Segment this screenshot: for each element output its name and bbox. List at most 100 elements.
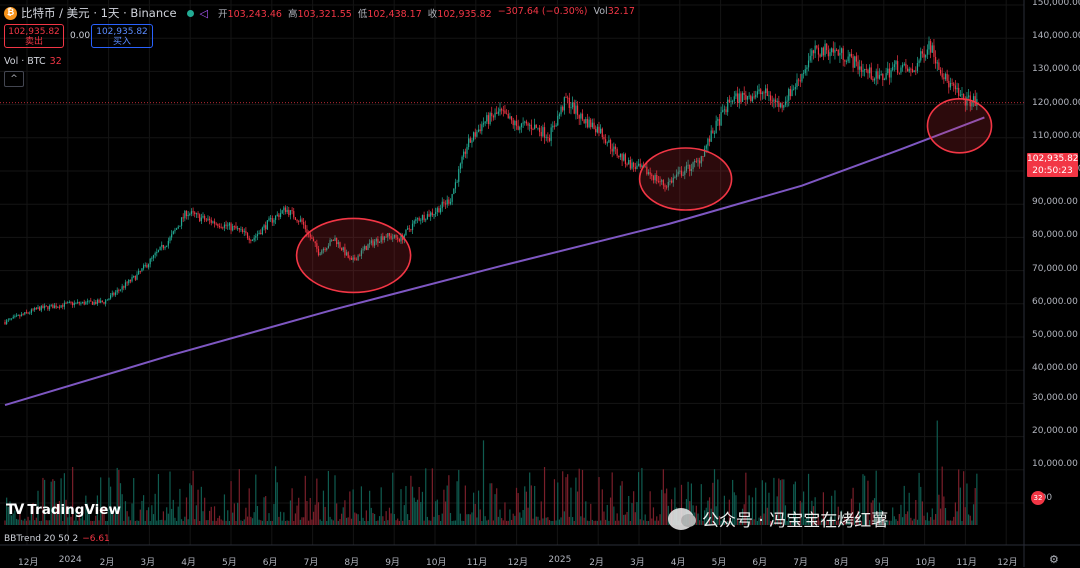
candle-body xyxy=(621,154,623,161)
volume-bar xyxy=(446,485,448,525)
candle-body xyxy=(161,244,163,247)
volume-bar xyxy=(426,516,428,525)
volume-bar xyxy=(976,473,978,525)
candle-body xyxy=(100,300,102,303)
candle-body xyxy=(177,226,179,229)
candle-body xyxy=(40,305,42,311)
volume-bar xyxy=(946,520,948,525)
time-tick-label: 12月 xyxy=(18,558,39,568)
candle-body xyxy=(869,67,871,74)
candle-body xyxy=(897,61,899,73)
candle-body xyxy=(713,133,716,134)
candle-body xyxy=(786,100,788,102)
candle-body xyxy=(80,302,82,304)
volume-bar xyxy=(619,485,622,525)
candle-body xyxy=(535,124,537,128)
candle-body xyxy=(60,305,62,308)
volume-bar xyxy=(405,486,407,525)
volume-bar xyxy=(435,501,437,525)
candle-body xyxy=(58,306,61,308)
candle-body xyxy=(740,93,742,102)
candle-body xyxy=(606,142,608,144)
candle-body xyxy=(463,151,465,157)
symbol-title[interactable]: 比特币 / 美元 · 1天 · Binance xyxy=(21,5,177,21)
alert-icon[interactable]: ◁ xyxy=(200,7,208,20)
highlight-circle xyxy=(638,147,733,211)
price-chart[interactable] xyxy=(0,0,1080,567)
volume-bar xyxy=(25,520,28,525)
settings-gear-icon[interactable]: ⚙ xyxy=(1049,553,1059,566)
candle-body xyxy=(936,62,938,64)
candle-body xyxy=(915,70,917,72)
volume-bar xyxy=(242,520,244,525)
candle-body xyxy=(832,48,834,53)
candle-body xyxy=(928,41,930,50)
volume-bar xyxy=(217,518,219,525)
candle-body xyxy=(519,127,521,130)
candle-body xyxy=(453,188,455,195)
time-tick-label: 2月 xyxy=(589,558,604,568)
volume-bar xyxy=(440,520,442,525)
volume-bar xyxy=(953,516,955,525)
candle-body xyxy=(553,125,556,127)
volume-legend[interactable]: Vol · BTC 32 xyxy=(4,56,62,67)
candle-body xyxy=(712,130,714,134)
candle-body xyxy=(581,113,584,120)
candle-body xyxy=(444,203,447,205)
time-tick-label: 7月 xyxy=(793,558,808,568)
volume-bar xyxy=(936,420,938,525)
candle-body xyxy=(190,211,193,214)
volume-bar xyxy=(415,501,417,525)
sell-button[interactable]: 102,935.82 卖出 xyxy=(4,24,64,48)
volume-bar xyxy=(182,520,184,525)
volume-bar xyxy=(210,506,212,525)
candle-body xyxy=(824,43,826,56)
candle-body xyxy=(204,216,206,220)
volume-bar xyxy=(893,516,895,525)
volume-bar xyxy=(913,518,915,525)
candle-body xyxy=(784,101,787,106)
candle-body xyxy=(968,95,970,97)
candle-body xyxy=(415,219,417,222)
volume-bar xyxy=(486,520,488,525)
volume-bar xyxy=(143,495,145,525)
candle-body xyxy=(854,56,856,68)
candle-body xyxy=(428,214,430,217)
buy-button[interactable]: 102,935.82 买入 xyxy=(91,24,153,48)
volume-bar xyxy=(133,478,135,525)
candle-body xyxy=(20,314,23,317)
volume-bar xyxy=(222,520,224,525)
candle-body xyxy=(611,148,613,152)
candle-body xyxy=(184,210,186,219)
candle-body xyxy=(433,214,435,216)
volume-bar xyxy=(438,515,440,525)
candle-body xyxy=(948,80,950,88)
candle-body xyxy=(258,232,260,235)
volume-bar xyxy=(918,472,920,525)
volume-bar xyxy=(522,509,524,525)
candle-body xyxy=(271,218,273,223)
candle-body xyxy=(270,218,272,220)
volume-bar xyxy=(591,519,593,525)
tradingview-logo[interactable]: TV TradingView xyxy=(6,502,121,518)
candle-body xyxy=(548,137,551,141)
volume-bar xyxy=(656,516,658,525)
candle-body xyxy=(283,207,285,211)
volume-bar xyxy=(251,518,254,525)
volume-bar xyxy=(309,497,311,525)
candle-body xyxy=(162,244,164,249)
volume-bar xyxy=(317,502,320,525)
candle-body xyxy=(935,56,937,64)
candle-body xyxy=(710,130,712,142)
candle-body xyxy=(572,102,574,108)
candle-body xyxy=(844,59,846,62)
volume-bar xyxy=(938,494,940,525)
candle-body xyxy=(96,299,98,304)
time-tick-label: 10月 xyxy=(915,558,937,568)
collapse-chevron-icon[interactable]: ^ xyxy=(4,71,24,87)
volume-bar xyxy=(390,513,392,525)
candle-body xyxy=(720,112,722,126)
time-tick-label: 11月 xyxy=(956,558,977,568)
candle-body xyxy=(291,210,293,212)
bbtrend-legend[interactable]: BBTrend 20 50 2 −6.61 xyxy=(4,534,110,544)
